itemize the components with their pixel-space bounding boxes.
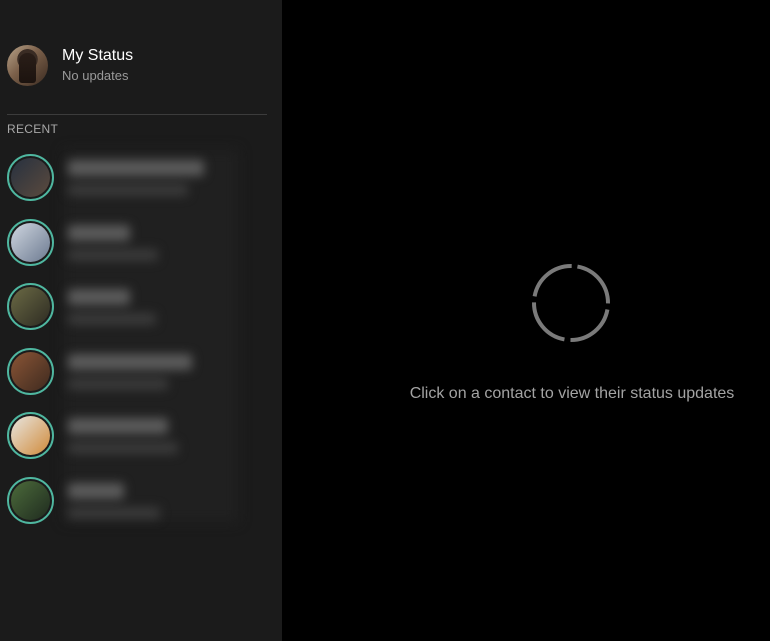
blurred-contact-info: [66, 412, 234, 464]
recent-status-item[interactable]: [0, 279, 282, 344]
blurred-contact-info: [66, 477, 234, 529]
my-status-title: My Status: [62, 46, 134, 64]
recent-status-item[interactable]: [0, 344, 282, 409]
status-ring[interactable]: [7, 347, 54, 395]
blurred-status-time: [68, 248, 158, 261]
my-avatar[interactable]: [7, 44, 48, 86]
blurred-contact-name: [68, 289, 130, 305]
divider: [7, 114, 267, 115]
my-status-subtitle: No updates: [62, 67, 129, 83]
recent-status-list: [0, 150, 282, 537]
status-ring[interactable]: [7, 476, 54, 524]
blurred-status-time: [68, 506, 160, 519]
blurred-contact-info: [66, 348, 234, 400]
app-window: My Status No updates RECENT Click on a c…: [0, 0, 770, 641]
status-ring[interactable]: [7, 218, 54, 266]
contact-avatar: [11, 158, 50, 197]
blurred-contact-info: [66, 283, 234, 335]
blurred-contact-name: [68, 482, 124, 499]
contact-avatar: [11, 480, 50, 520]
status-ring[interactable]: [7, 154, 54, 201]
my-status-text: My Status No updates: [62, 46, 133, 85]
contact-avatar: [11, 287, 50, 326]
contact-avatar: [11, 416, 50, 455]
recent-section-label: RECENT: [7, 122, 59, 136]
blurred-status-time: [68, 442, 178, 454]
empty-state-hint: Click on a contact to view their status …: [409, 385, 735, 402]
blurred-contact-name: [68, 160, 204, 176]
recent-status-item[interactable]: [0, 408, 282, 473]
blurred-status-time: [68, 184, 188, 196]
status-ring[interactable]: [7, 283, 54, 330]
blurred-status-time: [68, 377, 168, 390]
status-sidebar: My Status No updates RECENT: [0, 0, 282, 641]
blurred-contact-name: [68, 353, 192, 370]
blurred-contact-name: [68, 418, 168, 434]
blurred-status-time: [68, 313, 156, 325]
blurred-contact-name: [68, 224, 130, 241]
status-viewer-pane: Click on a contact to view their status …: [282, 0, 770, 641]
contact-avatar: [11, 351, 50, 391]
blurred-contact-info: [66, 219, 234, 271]
my-status-row[interactable]: My Status No updates: [7, 44, 267, 86]
recent-status-item[interactable]: [0, 473, 282, 538]
blurred-contact-info: [66, 154, 234, 206]
recent-status-item[interactable]: [0, 150, 282, 215]
contact-avatar: [11, 222, 50, 262]
recent-status-item[interactable]: [0, 215, 282, 280]
loading-spinner-icon: [532, 264, 610, 342]
status-ring[interactable]: [7, 412, 54, 459]
